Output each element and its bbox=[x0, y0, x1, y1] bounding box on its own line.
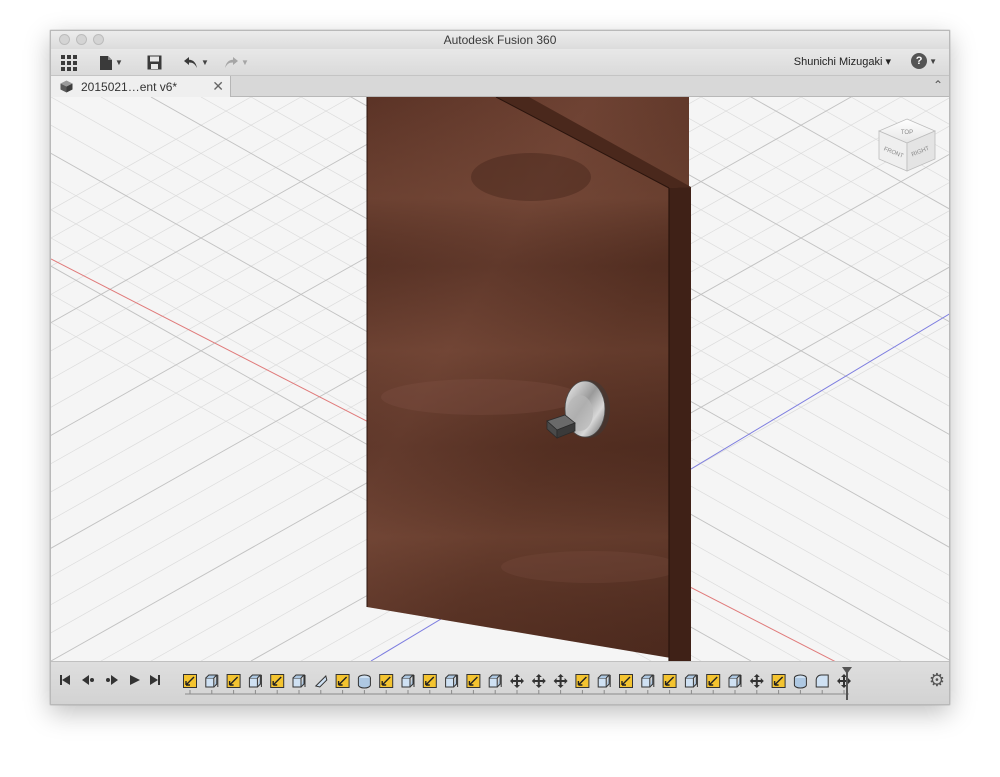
view-cube-top-label: TOP bbox=[901, 130, 913, 136]
timeline-feature-extrude[interactable] bbox=[248, 674, 262, 688]
save-icon bbox=[147, 55, 162, 70]
timeline-feature-split[interactable] bbox=[314, 675, 328, 688]
close-window-button[interactable] bbox=[59, 34, 70, 45]
timeline-feature-sketch[interactable] bbox=[379, 674, 394, 688]
redo-icon bbox=[225, 57, 238, 68]
timeline-feature-move[interactable] bbox=[510, 674, 524, 688]
door-panel-body[interactable] bbox=[366, 97, 691, 661]
skip-to-end-icon bbox=[150, 675, 160, 685]
window-controls bbox=[59, 34, 104, 45]
timeline-feature-sketch[interactable] bbox=[183, 674, 197, 688]
minimize-window-button[interactable] bbox=[76, 34, 87, 45]
play-icon bbox=[130, 675, 140, 685]
timeline-feature-extrude[interactable] bbox=[488, 674, 502, 688]
play-button[interactable] bbox=[129, 674, 141, 686]
application-toolbar: ▼ ▼ ▼ Shunichi Mizugaki ▾ ? ▼ bbox=[51, 49, 949, 76]
document-tab[interactable]: 2015021…ent v6* ✕ bbox=[51, 76, 231, 97]
timeline-feature-sketch[interactable] bbox=[662, 674, 677, 688]
timeline-feature-extrude[interactable] bbox=[292, 674, 306, 688]
timeline-feature-sketch[interactable] bbox=[575, 674, 590, 688]
timeline-marker[interactable] bbox=[841, 666, 853, 704]
timeline-feature-sketch[interactable] bbox=[771, 674, 786, 688]
chevron-down-icon: ▼ bbox=[929, 56, 937, 66]
timeline-feature-sketch[interactable] bbox=[226, 674, 241, 688]
model-viewport[interactable]: TOP FRONT RIGHT bbox=[51, 97, 949, 661]
door-side-edge bbox=[669, 187, 691, 661]
timeline-feature-move[interactable] bbox=[553, 674, 568, 688]
step-back-button[interactable] bbox=[81, 674, 95, 686]
timeline-feature-extrude[interactable] bbox=[641, 674, 655, 688]
user-account-menu[interactable]: Shunichi Mizugaki ▾ bbox=[794, 55, 891, 68]
timeline-feature-move[interactable] bbox=[531, 674, 546, 688]
document-tab-bar: 2015021…ent v6* ✕ ⌃ bbox=[51, 76, 949, 97]
timeline-marker-icon bbox=[842, 667, 852, 700]
timeline-feature-move[interactable] bbox=[749, 674, 764, 688]
timeline-feature-extrude[interactable] bbox=[401, 674, 415, 688]
go-to-start-button[interactable] bbox=[59, 674, 71, 686]
chevron-down-icon: ▼ bbox=[201, 58, 209, 67]
app-window: Autodesk Fusion 360 ▼ ▼ ▼ Shunichi Mizug… bbox=[50, 30, 950, 705]
timeline-feature-sketch[interactable] bbox=[706, 674, 721, 688]
title-bar: Autodesk Fusion 360 bbox=[51, 31, 949, 49]
feature-timeline: ⚙ bbox=[51, 661, 949, 704]
timeline-feature-extrude[interactable] bbox=[597, 674, 611, 688]
timeline-feature-extrude[interactable] bbox=[205, 674, 219, 688]
timeline-feature-fillet[interactable] bbox=[815, 674, 829, 688]
timeline-feature-sketch[interactable] bbox=[466, 674, 481, 688]
timeline-feature-revolve[interactable] bbox=[357, 674, 371, 689]
undo-icon bbox=[184, 57, 197, 68]
file-menu-button[interactable]: ▼ bbox=[99, 53, 123, 72]
redo-button[interactable]: ▼ bbox=[223, 53, 249, 72]
undo-button[interactable]: ▼ bbox=[183, 53, 209, 72]
timeline-feature-sketch[interactable] bbox=[619, 674, 633, 688]
save-button[interactable] bbox=[147, 53, 162, 72]
window-title: Autodesk Fusion 360 bbox=[443, 33, 557, 47]
collapse-toolbar-icon[interactable]: ⌃ bbox=[933, 78, 943, 92]
chevron-down-icon: ▼ bbox=[115, 58, 123, 67]
close-tab-icon[interactable]: ✕ bbox=[212, 78, 224, 95]
timeline-feature-revolve[interactable] bbox=[793, 674, 807, 689]
go-to-end-button[interactable] bbox=[149, 674, 161, 686]
help-icon: ? bbox=[911, 53, 928, 69]
play-step-button[interactable] bbox=[105, 674, 119, 686]
zoom-window-button[interactable] bbox=[93, 34, 104, 45]
timeline-feature-extrude[interactable] bbox=[684, 674, 698, 688]
timeline-feature-extrude[interactable] bbox=[445, 674, 459, 688]
timeline-feature-sketch[interactable] bbox=[270, 674, 285, 688]
timeline-feature-sketch[interactable] bbox=[422, 674, 437, 688]
timeline-feature-extrude[interactable] bbox=[728, 674, 742, 688]
timeline-track[interactable] bbox=[179, 668, 859, 702]
timeline-settings-icon[interactable]: ⚙ bbox=[929, 670, 945, 691]
step-forward-icon bbox=[106, 675, 118, 685]
apps-grid-button[interactable] bbox=[61, 53, 77, 72]
apps-grid-icon bbox=[61, 54, 77, 71]
step-back-icon bbox=[82, 675, 94, 685]
help-button[interactable]: ? ▼ bbox=[911, 53, 937, 69]
file-icon bbox=[100, 55, 112, 70]
3d-canvas[interactable]: TOP FRONT RIGHT bbox=[51, 97, 949, 661]
chevron-down-icon: ▼ bbox=[241, 58, 249, 67]
document-tab-label: 2015021…ent v6* bbox=[81, 79, 178, 94]
skip-to-start-icon bbox=[60, 675, 70, 685]
component-cube-icon bbox=[60, 80, 73, 93]
timeline-feature-sketch[interactable] bbox=[335, 674, 350, 688]
